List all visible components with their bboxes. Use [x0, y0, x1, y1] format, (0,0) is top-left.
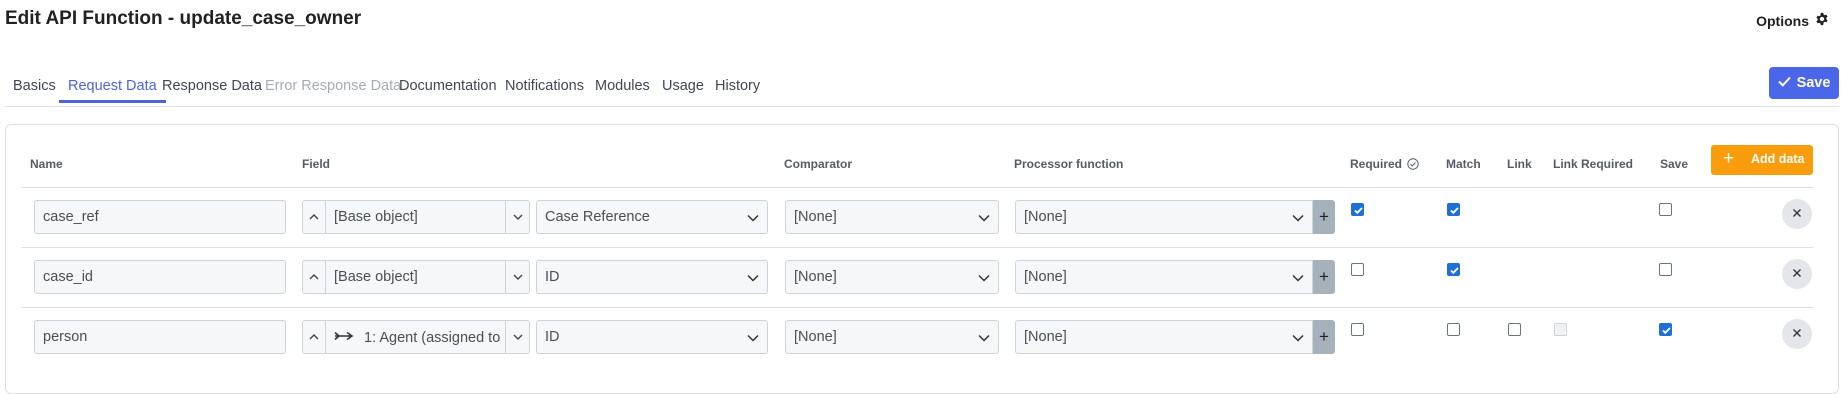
tab-usage[interactable]: Usage [662, 78, 704, 102]
options-menu[interactable]: Options [1756, 12, 1829, 29]
match-checkbox[interactable] [1447, 323, 1460, 336]
add-processor-button[interactable]: + [1313, 260, 1335, 294]
required-checkbox[interactable] [1351, 263, 1364, 276]
tab-documentation[interactable]: Documentation [399, 78, 497, 102]
processor-select[interactable]: [None] [1015, 320, 1313, 354]
options-label: Options [1756, 12, 1809, 29]
path-select-value: [Base object] [334, 209, 418, 225]
field-select[interactable]: Case Reference [536, 200, 768, 234]
col-header-comparator: Comparator [784, 157, 853, 171]
check-icon [1777, 75, 1791, 91]
delete-row-button[interactable] [1782, 259, 1812, 289]
chevron-down-icon [1292, 270, 1304, 286]
page-title: Edit API Function - update_case_owner [5, 8, 362, 29]
comparator-select[interactable]: [None] [785, 260, 999, 294]
chevron-down-icon [1292, 330, 1304, 346]
tab-basics[interactable]: Basics [13, 78, 56, 102]
path-select[interactable]: 1: Agent (assigned to [326, 320, 506, 354]
chevron-up-icon[interactable] [302, 260, 326, 294]
field-select-value: ID [545, 269, 560, 285]
chevron-down-icon [978, 270, 990, 286]
field-select[interactable]: ID [536, 260, 768, 294]
tab-request-data[interactable]: Request Data [59, 78, 166, 103]
col-header-required: Required [1350, 157, 1420, 173]
save-checkbox[interactable] [1659, 203, 1672, 216]
comparator-select-value: [None] [794, 269, 837, 285]
gear-icon [1815, 12, 1829, 29]
add-processor-button[interactable]: + [1313, 200, 1335, 234]
comparator-select-value: [None] [794, 209, 837, 225]
col-header-link-required: Link Required [1553, 157, 1634, 171]
col-header-name: Name [30, 157, 63, 171]
row-divider [21, 307, 1813, 308]
add-processor-button[interactable]: + [1313, 320, 1335, 354]
path-select[interactable]: [Base object] [326, 200, 506, 234]
chevron-down-icon[interactable] [506, 260, 530, 294]
path-select-value: 1: Agent (assigned to [364, 330, 501, 346]
comparator-select-value: [None] [794, 329, 837, 345]
processor-select[interactable]: [None] [1015, 200, 1313, 234]
add-data-button[interactable]: + Add data [1711, 145, 1813, 175]
processor-select[interactable]: [None] [1015, 260, 1313, 294]
add-data-label: Add data [1751, 152, 1805, 166]
plus-icon: + [1723, 148, 1735, 169]
tab-history[interactable]: History [715, 78, 760, 102]
delete-row-button[interactable] [1782, 319, 1812, 349]
required-checkbox[interactable] [1351, 203, 1364, 216]
save-label: Save [1796, 75, 1831, 91]
save-checkbox[interactable] [1659, 323, 1672, 336]
chevron-down-icon[interactable] [506, 200, 530, 234]
header-divider [21, 187, 1813, 188]
chevron-up-icon[interactable] [302, 320, 326, 354]
path-select[interactable]: [Base object] [326, 260, 506, 294]
row-divider [21, 247, 1813, 248]
tab-modules[interactable]: Modules [595, 78, 650, 102]
relation-arrow-icon [334, 329, 354, 345]
tab-bar: Basics Request Data Response Data Error … [5, 72, 1839, 107]
chevron-down-icon [747, 210, 759, 226]
close-icon [1792, 325, 1802, 343]
chevron-up-icon[interactable] [302, 200, 326, 234]
required-checkbox[interactable] [1351, 323, 1364, 336]
col-header-link: Link [1507, 157, 1532, 171]
processor-select-value: [None] [1024, 209, 1067, 225]
col-header-match: Match [1446, 157, 1481, 171]
chevron-down-icon [978, 210, 990, 226]
chevron-down-icon [978, 330, 990, 346]
field-select-value: ID [545, 329, 560, 345]
delete-row-button[interactable] [1782, 199, 1812, 229]
chevron-down-icon [1292, 210, 1304, 226]
tab-response-data[interactable]: Response Data [162, 78, 262, 102]
name-input[interactable]: person [34, 320, 286, 354]
chevron-down-icon [747, 330, 759, 346]
col-header-save: Save [1660, 157, 1689, 171]
comparator-select[interactable]: [None] [785, 200, 999, 234]
field-select[interactable]: ID [536, 320, 768, 354]
comparator-select[interactable]: [None] [785, 320, 999, 354]
check-circle-icon [1407, 158, 1420, 173]
link-checkbox[interactable] [1508, 323, 1521, 336]
col-header-processor: Processor function [1014, 157, 1124, 171]
chevron-down-icon [747, 270, 759, 286]
col-header-field: Field [302, 157, 331, 171]
match-checkbox[interactable] [1447, 263, 1460, 276]
name-input[interactable]: case_id [34, 260, 286, 294]
processor-select-value: [None] [1024, 269, 1067, 285]
close-icon [1792, 265, 1802, 283]
field-select-value: Case Reference [545, 209, 650, 225]
chevron-down-icon[interactable] [506, 320, 530, 354]
match-checkbox[interactable] [1447, 203, 1460, 216]
name-input[interactable]: case_ref [34, 200, 286, 234]
path-select-value: [Base object] [334, 269, 418, 285]
processor-select-value: [None] [1024, 329, 1067, 345]
save-checkbox[interactable] [1659, 263, 1672, 276]
tab-error-response-data: Error Response Data [265, 78, 402, 94]
col-header-required-label: Required [1350, 157, 1403, 171]
save-button[interactable]: Save [1769, 67, 1839, 99]
tab-notifications[interactable]: Notifications [505, 78, 584, 102]
close-icon [1792, 205, 1802, 223]
link-required-checkbox [1554, 323, 1567, 336]
